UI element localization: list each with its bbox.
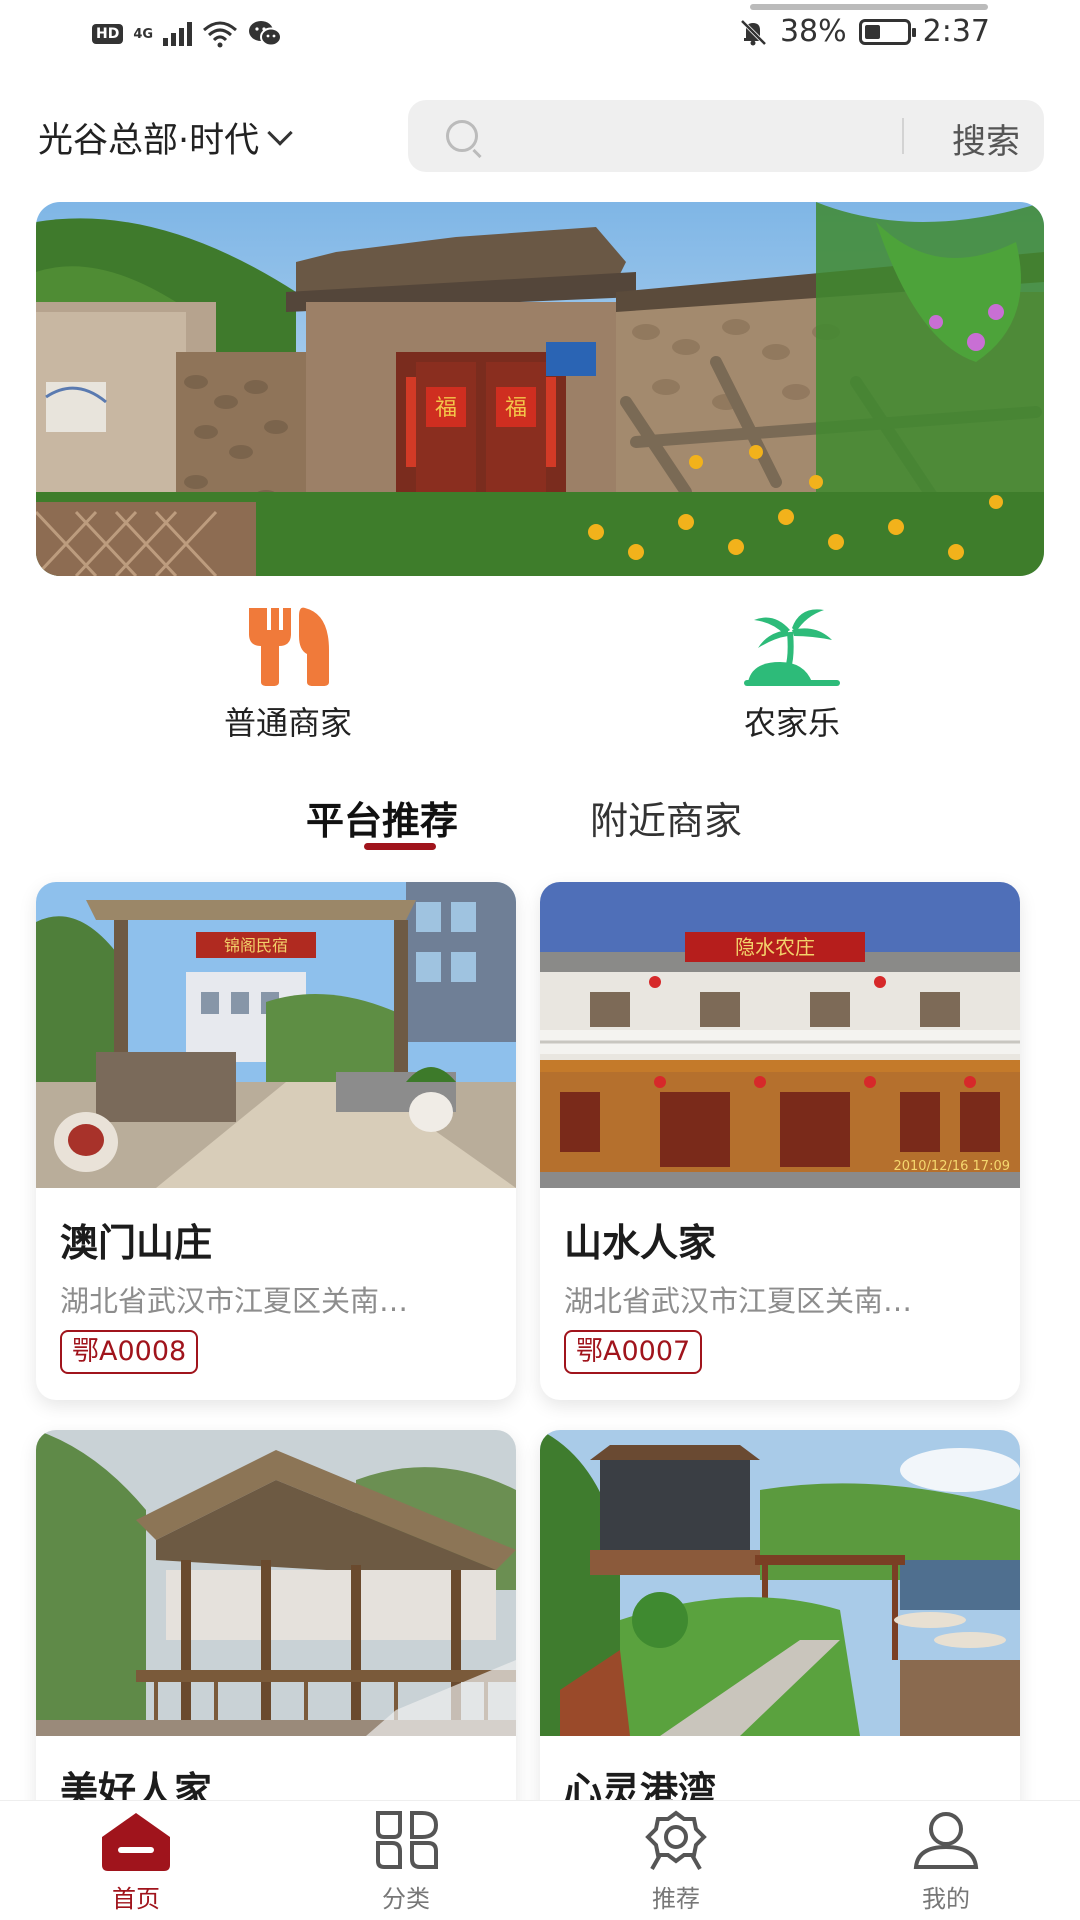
signal-icon [163,22,193,46]
svg-text:福: 福 [435,396,457,421]
fork-knife-icon [249,607,329,686]
merchant-card[interactable]: 美好人家 [36,1430,516,1830]
battery-icon [858,18,916,45]
merchant-address: 湖北省武汉市江夏区关南… [564,1284,913,1318]
hd-badge: HD [92,24,124,44]
nav-recommend[interactable]: 推荐 [606,1809,746,1914]
svg-text:福: 福 [505,396,527,421]
merchant-photo [36,1430,516,1736]
chevron-down-icon [267,119,293,146]
banner-carousel[interactable]: 福 福 [36,202,1044,576]
search-button[interactable]: 搜索 [952,114,1020,163]
photo-sign: 隐水农庄 [735,935,815,959]
merchant-name: 澳门山庄 [60,1221,213,1265]
category-label: 普通商家 [223,704,352,742]
photo-sign: 锦阁民宿 [224,936,288,955]
search-icon [446,120,478,152]
merchant-photo [540,1430,1020,1736]
photo-timestamp: 2010/12/16 17:09 [893,1159,1010,1174]
status-indicator-line [750,4,988,10]
merchant-code-badge: 鄂A0007 [564,1330,703,1374]
nav-label: 我的 [922,1885,970,1913]
tab-nearby-merchants[interactable]: 附近商家 [590,790,742,845]
merchant-card[interactable]: 心灵港湾 [540,1430,1020,1830]
recommend-icon [645,1810,707,1870]
nav-profile[interactable]: 我的 [876,1809,1016,1914]
mute-bell-icon [740,19,767,45]
network-type: 4G [133,26,154,42]
category-farm-stay[interactable]: 农家乐 [692,606,892,744]
search-input[interactable] [498,114,898,158]
wechat-icon [249,21,283,47]
category-icon [376,1811,439,1869]
merchant-card[interactable]: 锦阁民宿 澳门山庄 湖北省武汉市江夏区关南… 鄂A0008 [36,882,516,1400]
category-label: 农家乐 [743,704,840,742]
nav-category[interactable]: 分类 [336,1809,476,1914]
merchant-address: 湖北省武汉市江夏区关南… [60,1284,409,1318]
nav-label: 分类 [382,1885,430,1913]
clock: 2:37 [922,14,990,49]
category-regular-merchant[interactable]: 普通商家 [188,606,388,744]
merchant-photo: 隐水农庄 2010/12/16 17:09 [540,882,1020,1188]
home-icon [102,1813,170,1871]
tab-active-indicator [364,843,436,850]
search-divider [902,118,904,154]
battery-fill [864,24,880,39]
palm-island-icon [744,609,840,686]
merchant-code-badge: 鄂A0008 [60,1330,199,1374]
battery-percent: 38% [779,14,847,49]
wifi-icon [203,21,238,48]
merchant-photo: 锦阁民宿 [36,882,516,1188]
nav-label: 首页 [112,1885,160,1913]
location-selector[interactable]: 光谷总部·时代 [38,112,293,163]
status-right: 38% 2:37 [738,14,990,49]
tab-platform-recommend[interactable]: 平台推荐 [306,790,458,845]
profile-icon [913,1812,979,1869]
status-left: HD 4G [92,20,283,48]
location-label: 光谷总部·时代 [38,121,260,161]
merchant-card[interactable]: 隐水农庄 2010/12/16 17:09 山水人家 湖北省武汉市江夏区关南… … [540,882,1020,1400]
bottom-navigation: 首页 分类 推荐 我的 [0,1800,1080,1920]
status-bar: HD 4G 38% 2:37 [0,0,1080,70]
banner-image: 福 福 [36,202,1044,576]
nav-label: 推荐 [652,1885,700,1913]
merchant-name: 山水人家 [564,1221,717,1265]
search-bar[interactable]: 搜索 [408,100,1044,172]
nav-home[interactable]: 首页 [66,1809,206,1914]
